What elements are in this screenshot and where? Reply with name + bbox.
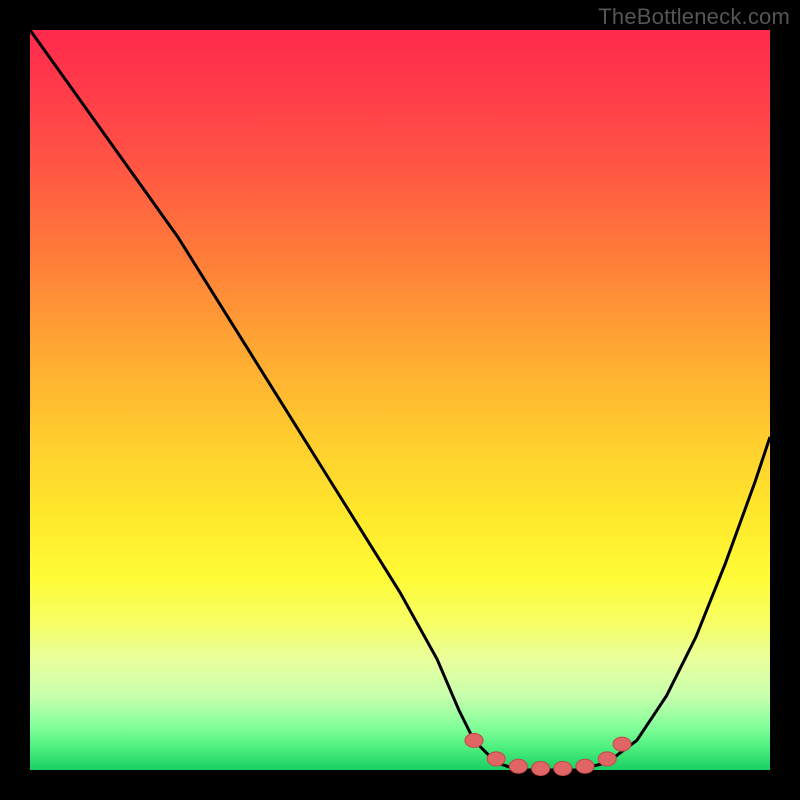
curve-marker	[509, 759, 527, 773]
chart-frame: TheBottleneck.com	[0, 0, 800, 800]
curve-marker	[598, 752, 616, 766]
curve-marker	[465, 733, 483, 747]
bottleneck-curve	[30, 30, 770, 770]
curve-marker	[554, 762, 572, 776]
curve-marker	[487, 752, 505, 766]
chart-svg	[30, 30, 770, 770]
curve-marker	[576, 759, 594, 773]
chart-plot-area	[30, 30, 770, 770]
flat-region-markers	[465, 733, 631, 775]
watermark-text: TheBottleneck.com	[598, 4, 790, 30]
curve-marker	[532, 762, 550, 776]
curve-marker	[613, 737, 631, 751]
